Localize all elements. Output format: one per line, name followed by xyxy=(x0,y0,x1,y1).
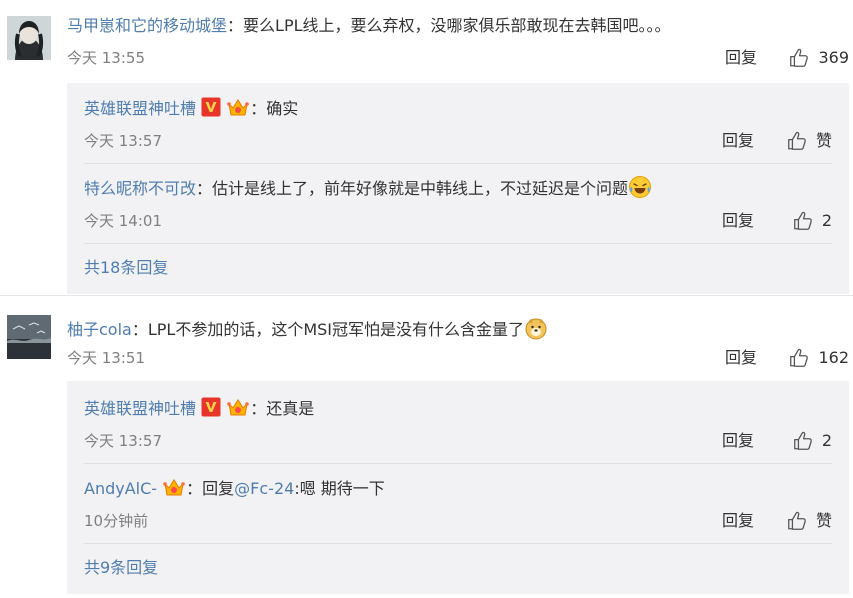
colon: ： xyxy=(186,479,203,498)
comment-thread: 柚子cola：LPL不参加的话，这个MSI冠军怕是没有什么含金量了 今天 13:… xyxy=(0,0,853,594)
timestamp: 10分钟前 xyxy=(84,512,149,530)
reply-button[interactable]: 回复 xyxy=(722,510,754,532)
thumbs-up-icon xyxy=(786,510,808,532)
avatar-image xyxy=(7,315,51,359)
divider xyxy=(84,543,832,544)
doge-emoji xyxy=(524,316,548,340)
username-link[interactable]: AndyAlC- xyxy=(84,479,157,498)
thumbs-up-icon xyxy=(788,347,810,369)
divider xyxy=(84,463,832,464)
comment-text: LPL不参加的话，这个MSI冠军怕是没有什么含金量了 xyxy=(147,320,525,339)
comment-body: 柚子cola：LPL不参加的话，这个MSI冠军怕是没有什么含金量了 xyxy=(67,316,548,341)
view-all-replies-link[interactable]: 共9条回复 xyxy=(84,557,158,579)
like-button[interactable]: 2 xyxy=(792,430,832,452)
reply-body: AndyAlC- ：回复@Fc-24:嗯 期待一下 xyxy=(84,475,385,501)
mention-link[interactable]: @Fc-24 xyxy=(234,479,294,498)
username-link[interactable]: 英雄联盟神吐槽 xyxy=(84,399,196,418)
colon: ： xyxy=(131,320,148,339)
like-count: 2 xyxy=(821,431,832,450)
thumbs-up-icon xyxy=(792,430,814,452)
member-crown-icon xyxy=(226,395,250,417)
timestamp: 今天 13:57 xyxy=(84,432,162,450)
verified-v-icon xyxy=(201,397,221,417)
reply-meta: 今天 13:57 回复 2 xyxy=(84,430,832,452)
timestamp: 今天 13:51 xyxy=(67,349,145,367)
reply-text: :嗯 期待一下 xyxy=(294,479,385,498)
reply-prefix: 回复 xyxy=(202,479,235,498)
username-link[interactable]: 柚子cola xyxy=(67,320,132,339)
avatar[interactable] xyxy=(7,315,51,359)
reply-meta: 10分钟前 回复 赞 xyxy=(84,510,832,532)
reply-body: 英雄联盟神吐槽 ：还真是 xyxy=(84,395,314,421)
member-crown-icon xyxy=(162,475,186,497)
reply-text: 还真是 xyxy=(266,399,315,418)
like-count: 赞 xyxy=(815,511,832,530)
comment-meta: 今天 13:51 回复 162 xyxy=(67,347,849,369)
like-count: 162 xyxy=(818,348,849,367)
like-button[interactable]: 162 xyxy=(788,347,849,369)
reply-button[interactable]: 回复 xyxy=(722,430,754,452)
like-button[interactable]: 赞 xyxy=(786,510,832,532)
replies-panel: 英雄联盟神吐槽 ：还真是 今天 13:57 回复 2 AndyAlC- ：回复@… xyxy=(67,381,849,594)
reply-button[interactable]: 回复 xyxy=(725,347,757,369)
colon: ： xyxy=(250,399,267,418)
